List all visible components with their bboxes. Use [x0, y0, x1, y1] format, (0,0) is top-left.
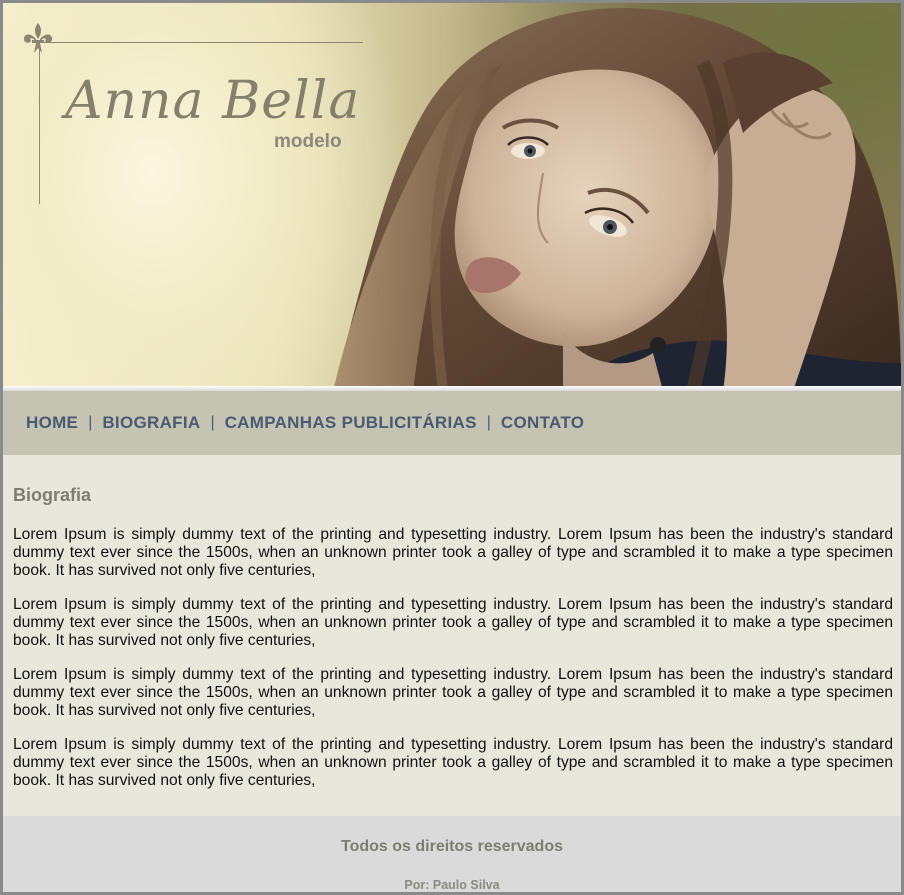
header-banner: Anna Bella modelo [3, 3, 901, 391]
author-credit: Por: Paulo Silva [404, 878, 500, 892]
bio-paragraph: Lorem Ipsum is simply dummy text of the … [13, 596, 893, 649]
fleur-de-lis-icon [24, 23, 52, 53]
nav-item-contato[interactable]: CONTATO [501, 413, 584, 433]
nav-item-biografia[interactable]: BIOGRAFIA [102, 413, 200, 433]
nav-separator: | [486, 414, 491, 431]
nav-item-home[interactable]: HOME [26, 413, 78, 433]
logo-vertical-line [39, 42, 40, 204]
bio-paragraph: Lorem Ipsum is simply dummy text of the … [13, 666, 893, 719]
nav-separator: | [88, 414, 93, 431]
page: Anna Bella modelo HOME | BIOGRAFIA | CAM… [3, 3, 901, 892]
main-nav: HOME | BIOGRAFIA | CAMPANHAS PUBLICITÁRI… [3, 391, 901, 455]
brand-name: Anna Bella [65, 71, 361, 131]
copyright-text: Todos os direitos reservados [341, 838, 563, 855]
main-content: Biografia Lorem Ipsum is simply dummy te… [3, 455, 901, 816]
model-photo [333, 8, 901, 391]
bio-paragraph: Lorem Ipsum is simply dummy text of the … [13, 736, 893, 789]
page-title: Biografia [13, 485, 92, 505]
bio-paragraph: Lorem Ipsum is simply dummy text of the … [13, 526, 893, 579]
nav-separator: | [210, 414, 215, 431]
brand-subtitle: modelo [274, 131, 342, 152]
nav-item-campanhas[interactable]: CAMPANHAS PUBLICITÁRIAS [225, 413, 477, 433]
logo-horizontal-line [39, 42, 363, 43]
footer: Todos os direitos reservados Por: Paulo … [3, 816, 901, 892]
